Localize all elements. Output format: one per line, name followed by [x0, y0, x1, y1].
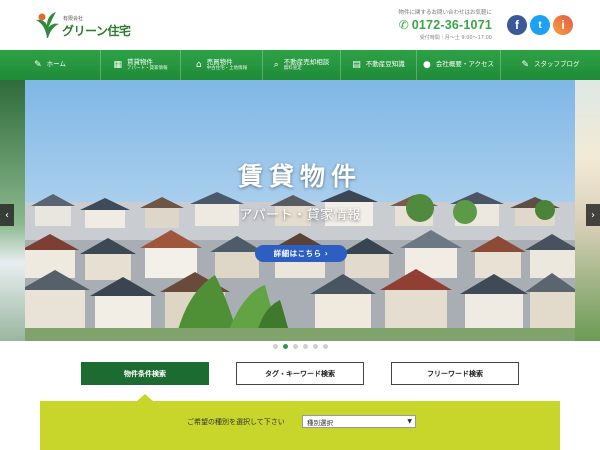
main-nav: ✎ ホーム ▦ 賃貸物件 アパート・貸家情報 ⌂ 売買物件 中古住宅・土地情報 … [0, 50, 600, 80]
tab-freeword-search[interactable]: フリーワード検索 [391, 362, 519, 385]
logo-company-name: グリーン住宅 [62, 24, 131, 38]
tab-pointer [137, 394, 153, 401]
slider-prev-button[interactable]: ‹ [0, 204, 14, 226]
slider-dot[interactable] [302, 343, 308, 349]
property-type-select[interactable]: 種別選択 ▼ [302, 415, 416, 428]
site-logo[interactable]: 有限会社 グリーン住宅 [34, 11, 131, 41]
logo-company-type: 有限会社 [63, 16, 84, 22]
book-icon: ▤ [352, 60, 361, 70]
slider-dot[interactable] [292, 343, 298, 349]
hero-detail-button[interactable]: 詳細はこちら › [255, 245, 347, 262]
hero-title: 賃貸物件 [237, 162, 362, 191]
chevron-left-icon: ‹ [5, 209, 9, 221]
slider-dot[interactable] [322, 343, 328, 349]
hero-slide: 賃貸物件 アパート・貸家情報 詳細はこちら › [25, 80, 575, 341]
slider-next-button[interactable]: › [586, 204, 600, 226]
tab-tag-keyword-search[interactable]: タグ・キーワード検索 [236, 362, 364, 385]
contact-note: 物件に関するお問い合わせはお気軽に [398, 10, 492, 16]
phone-row[interactable]: ✆ 0172-36-1071 [398, 18, 492, 32]
search-icon: ⌕ [273, 60, 279, 70]
nav-item-sale[interactable]: ⌂ 売買物件 中古住宅・土地情報 [180, 50, 262, 80]
nav-sublabel: 無料査定 [283, 66, 302, 72]
nav-item-rental[interactable]: ▦ 賃貸物件 アパート・貸家情報 [100, 50, 180, 80]
nav-item-home[interactable]: ✎ ホーム [0, 50, 100, 80]
pencil-icon: ✎ [521, 60, 530, 70]
tab-condition-search[interactable]: 物件条件検索 [81, 362, 209, 385]
slider-dot[interactable] [282, 343, 288, 349]
chevron-down-icon: ▼ [407, 418, 412, 425]
nav-label: ホーム [46, 60, 66, 69]
phone-icon: ✆ [398, 18, 409, 32]
leaf-logo-icon [36, 12, 59, 38]
nav-item-blog[interactable]: ✎ スタッフブログ [500, 50, 600, 80]
hero-slider: 賃貸物件 アパート・貸家情報 詳細はこちら › ‹ › [0, 80, 600, 341]
building-icon: ▦ [113, 60, 123, 70]
instagram-icon[interactable]: i [553, 15, 573, 35]
facebook-icon[interactable]: f [507, 15, 527, 35]
slider-dot[interactable] [272, 343, 278, 349]
site-header: 有限会社 グリーン住宅 物件に関するお問い合わせはお気軽に ✆ 0172-36-… [0, 0, 600, 50]
nav-label: 会社概要・アクセス [435, 60, 495, 69]
nav-sublabel: アパート・貸家情報 [127, 66, 168, 72]
contact-block: 物件に関するお問い合わせはお気軽に ✆ 0172-36-1071 受付時間｜月～… [398, 8, 492, 41]
nav-label: スタッフブログ [534, 60, 580, 69]
nav-item-appraisal[interactable]: ⌕ 不動産売却相談 無料査定 [262, 50, 340, 80]
search-tabs: 物件条件検索 タグ・キーワード検索 フリーワード検索 [0, 362, 600, 386]
location-pin-icon: ● [422, 60, 431, 70]
slider-pagination [0, 341, 600, 351]
phone-number[interactable]: 0172-36-1071 [412, 18, 492, 32]
chevron-right-icon: › [591, 209, 595, 221]
type-filter-panel: ご希望の種別を選択して下さい 種別選択 ▼ [40, 401, 560, 450]
nav-item-knowledge[interactable]: ▤ 不動産豆知識 [340, 50, 416, 80]
select-value: 種別選択 [307, 418, 333, 427]
slider-dot[interactable] [312, 343, 318, 349]
house-icon: ⌂ [195, 60, 202, 70]
leaf-icon: ✎ [34, 60, 42, 70]
nav-label: 不動産豆知識 [365, 60, 405, 69]
filter-label: ご希望の種別を選択して下さい [187, 418, 285, 426]
hero-subtitle: アパート・貸家情報 [239, 208, 361, 223]
twitter-icon[interactable]: t [530, 15, 550, 35]
business-hours: 受付時間｜月～土 9:00～17:00 [419, 35, 492, 41]
nav-item-company[interactable]: ● 会社概要・アクセス [416, 50, 500, 80]
nav-sublabel: 中古住宅・土地情報 [206, 66, 248, 72]
